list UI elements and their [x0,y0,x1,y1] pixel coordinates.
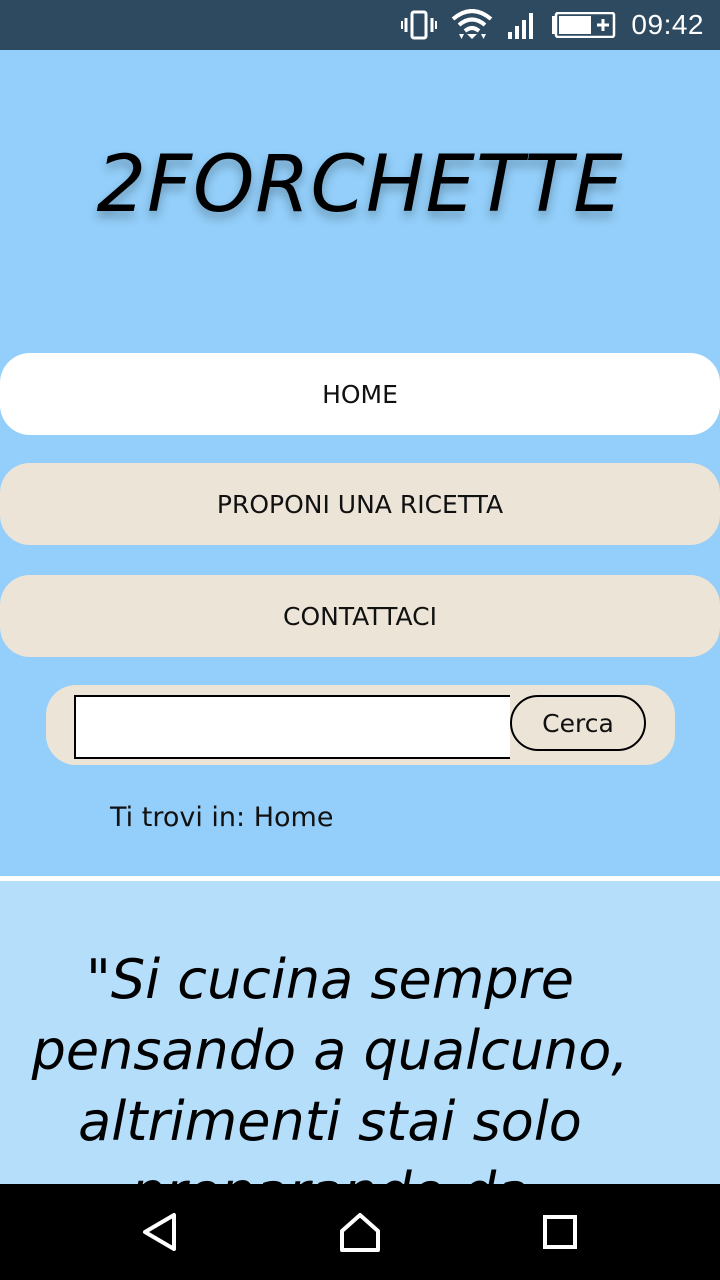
recents-icon[interactable] [520,1184,600,1280]
system-navigation-bar [0,1184,720,1280]
quote-line: altrimenti stai solo [78,1090,582,1153]
quote-line: pensando a qualcuno, [31,1019,629,1082]
back-icon[interactable] [120,1184,200,1280]
search-input[interactable] [74,695,510,759]
nav-propose-recipe-button[interactable]: PROPONI UNA RICETTA [0,463,720,545]
battery-charging-icon [552,12,616,38]
nav-home-label: HOME [322,379,398,409]
quote-line: preparando da [0,1157,660,1184]
search-bar: Cerca [46,685,675,765]
home-icon[interactable] [320,1184,400,1280]
nav-contact-button[interactable]: CONTATTACI [0,575,720,657]
quote-line: "Si cucina sempre [85,948,575,1011]
main-content: "Si cucina sempre pensando a qualcuno, a… [0,881,720,1184]
nav-home-button[interactable]: HOME [0,353,720,435]
status-clock: 09:42 [631,9,704,40]
vibrate-icon [401,10,438,40]
quote-text: "Si cucina sempre pensando a qualcuno, a… [0,944,660,1184]
wifi-icon [452,9,493,39]
nav-propose-recipe-label: PROPONI UNA RICETTA [216,489,504,519]
site-title: 2FORCHETTE [96,140,624,230]
status-bar: 09:42 [0,0,720,50]
search-button-label: Cerca [542,708,614,738]
nav-contact-label: CONTATTACI [283,601,437,631]
search-button[interactable]: Cerca [510,695,646,751]
breadcrumb: Ti trovi in: Home [110,802,334,833]
signal-icon [508,13,534,39]
status-icons: 09:42 [401,0,704,50]
